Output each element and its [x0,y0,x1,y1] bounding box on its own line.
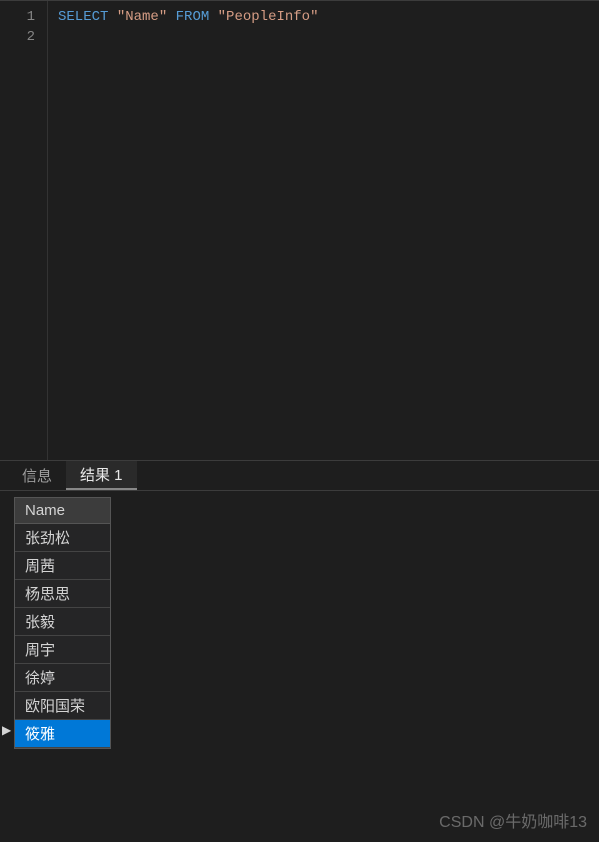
sql-plain [167,9,175,25]
results-pane: 信息 结果 1 Name 张劲松 周茜 杨思思 张毅 周宇 徐婷 欧阳国荣 筱雅 [0,460,599,842]
table-row-selected[interactable]: 筱雅 [15,720,110,748]
code-line: SELECT "Name" FROM "PeopleInfo" [58,7,599,27]
code-editor[interactable]: SELECT "Name" FROM "PeopleInfo" [48,1,599,460]
sql-editor-pane: 1 2 SELECT "Name" FROM "PeopleInfo" [0,0,599,460]
tab-result[interactable]: 结果 1 [66,461,137,490]
line-gutter: 1 2 [0,1,48,460]
table-row[interactable]: 周宇 [15,636,110,664]
table-row[interactable]: 杨思思 [15,580,110,608]
gutter-line-number: 1 [0,7,47,27]
results-body: Name 张劲松 周茜 杨思思 张毅 周宇 徐婷 欧阳国荣 筱雅 [0,491,599,755]
sql-keyword: FROM [176,9,218,25]
sql-keyword: SELECT [58,9,117,25]
watermark: CSDN @牛奶咖啡13 [439,808,587,832]
gutter-line-number: 2 [0,27,47,47]
tab-info[interactable]: 信息 [8,461,66,490]
table-row[interactable]: 张毅 [15,608,110,636]
table-row[interactable]: 徐婷 [15,664,110,692]
sql-string: "Name" [117,9,167,25]
table-row[interactable]: 张劲松 [15,524,110,552]
table-row[interactable]: 欧阳国荣 [15,692,110,720]
results-tabs: 信息 结果 1 [0,461,599,491]
sql-string: "PeopleInfo" [218,9,319,25]
column-header[interactable]: Name [15,498,110,524]
table-row[interactable]: 周茜 [15,552,110,580]
result-table: Name 张劲松 周茜 杨思思 张毅 周宇 徐婷 欧阳国荣 筱雅 [14,497,111,749]
